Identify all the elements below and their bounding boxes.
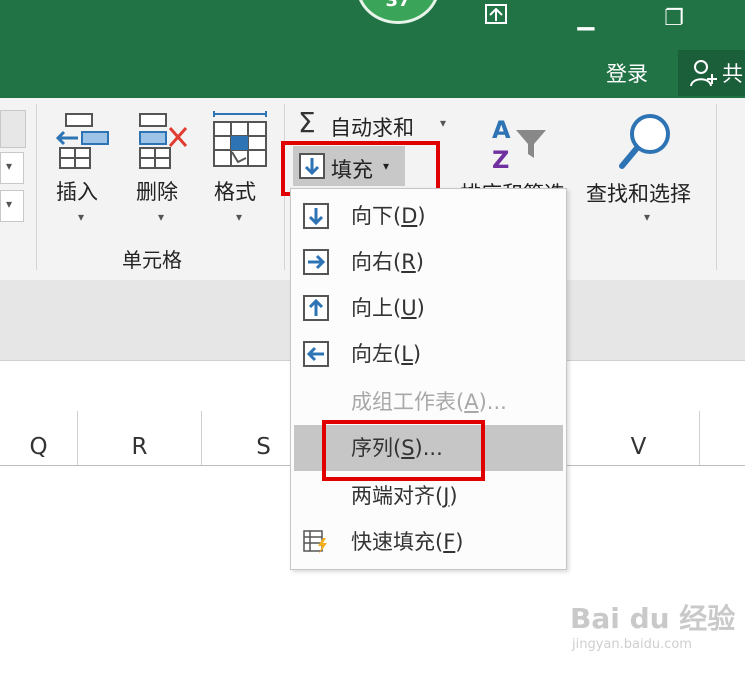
series-highlight-box	[322, 420, 485, 481]
insert-label: 插入	[56, 180, 98, 204]
menu-item-fill-up[interactable]: 向上(U)	[291, 285, 566, 331]
svg-text:A: A	[492, 116, 511, 144]
menu-item-fill-down[interactable]: 向下(D)	[291, 193, 566, 239]
format-button[interactable]: 格式 ▾	[204, 104, 276, 234]
delete-label: 删除	[136, 180, 178, 204]
ribbon-display-options-button[interactable]	[476, 2, 516, 36]
ribbon-display-options-icon	[485, 4, 507, 24]
group-divider	[36, 104, 37, 270]
style-gallery-scroll[interactable]	[0, 110, 26, 148]
menu-item-label: 向右	[351, 250, 393, 274]
menu-item-label: 向左	[351, 342, 393, 366]
share-label: 共	[722, 62, 743, 86]
autosum-label: 自动求和	[330, 116, 414, 140]
menu-item-label: 向下	[351, 204, 393, 228]
column-header-next[interactable]	[700, 411, 745, 465]
fill-dropdown-menu: 向下(D) 向右(R) 向上(U) 向左(L) 成组工作表(A)... 序列(S…	[290, 188, 567, 570]
flash-fill-icon	[303, 530, 327, 554]
baidu-watermark: Bai du 经验	[570, 602, 736, 635]
menu-item-label: 向上	[351, 296, 393, 320]
delete-button[interactable]: 删除 ▾	[124, 104, 196, 234]
menu-item-fill-left[interactable]: 向左(L)	[291, 331, 566, 377]
menu-item-accesskey: A	[464, 390, 479, 414]
fill-down-icon	[303, 203, 329, 229]
menu-item-fill-right[interactable]: 向右(R)	[291, 239, 566, 285]
delete-chevron-down-icon: ▾	[158, 210, 165, 224]
find-select-chevron-down-icon: ▾	[644, 210, 651, 224]
insert-button[interactable]: 插入 ▾	[46, 104, 118, 234]
sort-filter-icon: A Z	[492, 116, 546, 172]
magnifier-icon	[619, 114, 670, 169]
menu-item-accesskey: F	[443, 530, 456, 554]
insert-cells-icon	[55, 113, 109, 169]
format-label: 格式	[214, 180, 256, 204]
insert-chevron-down-icon: ▾	[78, 210, 85, 224]
menu-item-label: 成组工作表	[351, 390, 456, 414]
menu-item-accesskey: L	[401, 342, 413, 366]
menu-item-across-worksheets: 成组工作表(A)...	[351, 390, 507, 414]
find-select-label: 查找和选择	[586, 182, 691, 206]
menu-item-flash-fill[interactable]: 快速填充(F)	[291, 519, 566, 565]
cells-group-label: 单元格	[122, 248, 182, 272]
menu-item-label: 快速填充	[351, 530, 435, 554]
svg-text:Z: Z	[492, 146, 509, 172]
column-header-v[interactable]: V	[578, 411, 700, 465]
fill-up-icon	[303, 295, 329, 321]
format-cells-icon	[213, 111, 267, 167]
style-dropdown-2[interactable]: ▾	[0, 190, 24, 222]
menu-item-accesskey: U	[401, 296, 417, 320]
delete-cells-icon	[139, 113, 188, 169]
style-dropdown-1[interactable]: ▾	[0, 152, 24, 184]
fill-right-icon	[303, 249, 329, 275]
autosum-chevron-down-icon: ▾	[440, 116, 447, 130]
login-link[interactable]: 登录	[606, 58, 648, 88]
fill-left-icon	[303, 341, 329, 367]
menu-item-accesskey: D	[401, 204, 418, 228]
autosum-sigma-icon: Σ	[298, 106, 316, 139]
group-divider	[716, 104, 717, 270]
minimize-button[interactable]: ▁	[566, 2, 606, 36]
menu-item-ellipsis: ...	[486, 390, 507, 414]
user-add-icon	[690, 60, 717, 87]
find-select-button[interactable]: 查找和选择 ▾	[586, 104, 710, 234]
menu-item-accesskey: J	[443, 484, 450, 508]
restore-button[interactable]: ❐	[654, 2, 694, 36]
menu-item-label: 两端对齐	[351, 484, 435, 508]
menu-item-accesskey: R	[401, 250, 416, 274]
autosum-button[interactable]: Σ 自动求和 ▾	[296, 106, 456, 142]
column-header-r[interactable]: R	[78, 411, 202, 465]
format-chevron-down-icon: ▾	[236, 210, 243, 224]
baidu-watermark-url: jingyan.baidu.com	[572, 637, 692, 652]
column-header-q[interactable]: Q	[0, 411, 78, 465]
